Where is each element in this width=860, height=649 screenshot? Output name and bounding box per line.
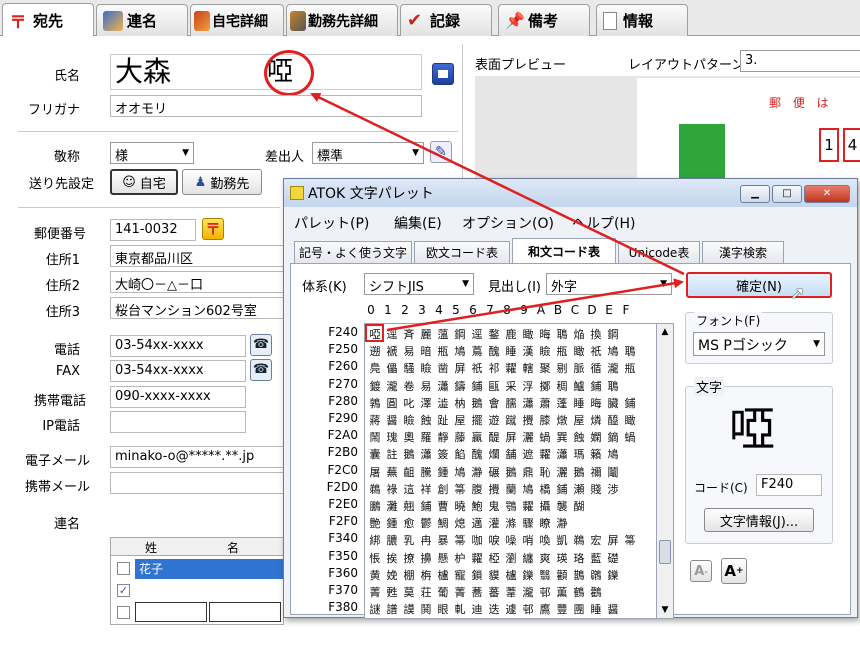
arrow-confirm-to-name: [310, 92, 685, 276]
annotation-arrows: [310, 92, 685, 332]
arrow-grid-to-confirm: [386, 278, 684, 332]
